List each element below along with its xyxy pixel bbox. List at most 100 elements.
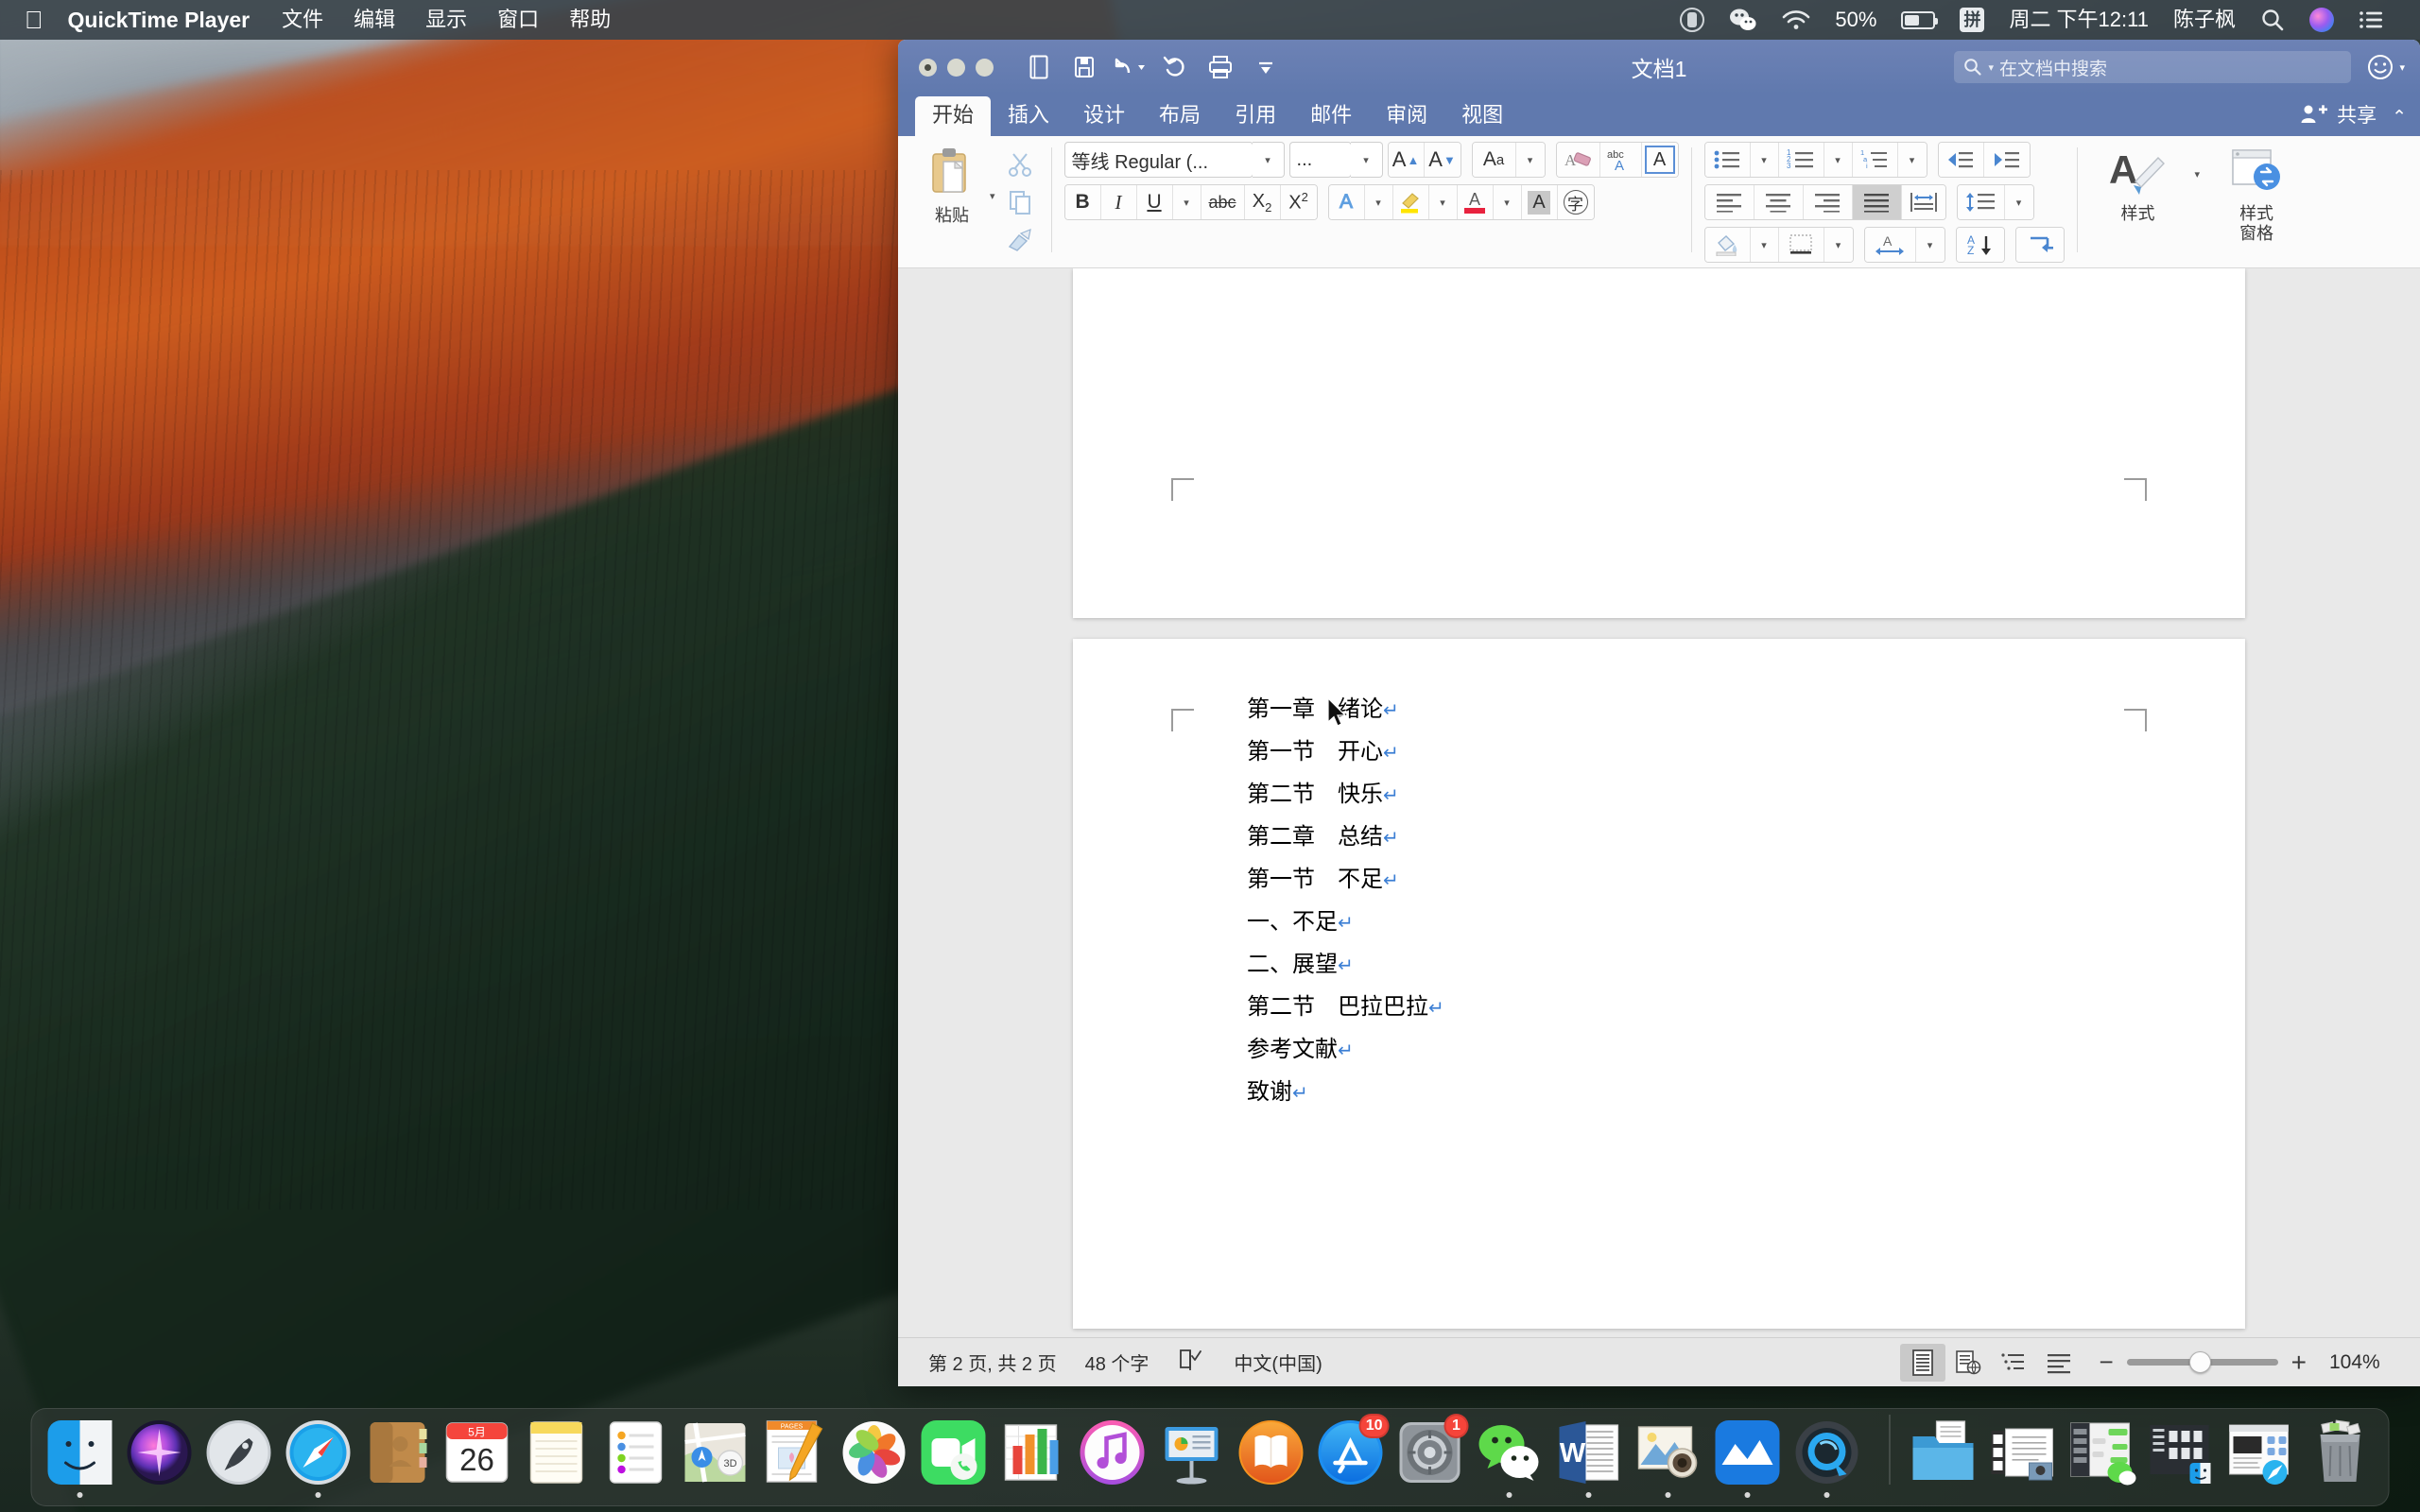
dock-item-calendar[interactable]: 5月 26 xyxy=(442,1418,512,1498)
dock-item-facetime[interactable] xyxy=(919,1418,989,1498)
dock-item-mweb[interactable] xyxy=(1713,1418,1783,1498)
dock-item-minimized-finder-window[interactable] xyxy=(2147,1418,2217,1498)
font-name-dropdown[interactable]: ▾ xyxy=(1252,142,1285,178)
font-color-dropdown[interactable]: ▾ xyxy=(1493,185,1522,219)
redo-icon[interactable] xyxy=(1154,48,1196,86)
chevron-down-icon[interactable] xyxy=(1245,48,1287,86)
menu-view[interactable]: 显示 xyxy=(410,0,482,40)
character-shading-button[interactable]: A xyxy=(1521,185,1558,219)
maximize-window-button[interactable] xyxy=(976,58,994,77)
format-painter-button[interactable] xyxy=(1001,223,1039,257)
zoom-slider[interactable] xyxy=(2126,1351,2278,1373)
text-direction-button[interactable]: A xyxy=(1864,228,1916,262)
underline-button[interactable]: U xyxy=(1136,185,1173,219)
menu-edit[interactable]: 编辑 xyxy=(338,0,410,40)
bold-button[interactable]: B xyxy=(1064,185,1101,219)
italic-button[interactable]: I xyxy=(1100,185,1137,219)
dock-item-keynote[interactable] xyxy=(1157,1418,1227,1498)
document-page-1[interactable] xyxy=(1073,268,2245,618)
dock-item-notes[interactable] xyxy=(522,1418,592,1498)
decrease-indent-button[interactable] xyxy=(1938,143,1984,177)
dock-item-ibooks[interactable] xyxy=(1236,1418,1306,1498)
battery-icon[interactable] xyxy=(1889,10,1947,29)
shrink-font-button[interactable]: A ▼ xyxy=(1424,143,1461,177)
close-window-button[interactable] xyxy=(919,58,937,77)
tab-mailings[interactable]: 邮件 xyxy=(1293,96,1369,136)
numbered-list-button[interactable]: 123 xyxy=(1778,143,1824,177)
siri-icon[interactable] xyxy=(2297,8,2346,32)
text-effects-dropdown[interactable]: ▾ xyxy=(1364,185,1393,219)
dock-item-maps[interactable]: 3D xyxy=(681,1418,751,1498)
menubar-clock[interactable]: 周二 下午12:11 xyxy=(1996,0,2161,40)
dock-item-pages[interactable]: PAGES xyxy=(760,1418,830,1498)
document-canvas[interactable]: 第一章 绪论↵ 第一节 开心↵ 第二节 快乐↵ 第二章 总结↵ 第一节 不足↵ … xyxy=(898,268,2420,1337)
bullet-list-dropdown[interactable]: ▾ xyxy=(1750,143,1779,177)
bullet-list-button[interactable] xyxy=(1704,143,1751,177)
dock-item-minimized-document-window[interactable] xyxy=(1988,1418,2058,1498)
copy-button[interactable] xyxy=(1001,185,1039,219)
dock-item-safari[interactable] xyxy=(284,1418,354,1498)
menu-app-name[interactable]: QuickTime Player xyxy=(55,8,268,33)
zoom-level-label[interactable]: 104% xyxy=(2329,1351,2403,1374)
dock-item-finder[interactable] xyxy=(45,1418,115,1498)
sort-button[interactable]: A Z xyxy=(1956,228,2004,262)
highlight-color-button[interactable] xyxy=(1392,185,1429,219)
text-effects-button[interactable]: A xyxy=(1328,185,1365,219)
tab-design[interactable]: 设计 xyxy=(1066,96,1142,136)
notification-center-icon[interactable] xyxy=(2346,9,2397,30)
screen-recording-icon[interactable] xyxy=(1668,8,1717,32)
multilevel-list-dropdown[interactable]: ▾ xyxy=(1897,143,1927,177)
collapse-ribbon-button[interactable]: ⌃ xyxy=(2392,107,2420,136)
search-input[interactable]: ▾ 在文档中搜索 xyxy=(1954,51,2352,83)
multilevel-list-button[interactable]: 1ai xyxy=(1852,143,1898,177)
shading-button[interactable] xyxy=(1704,228,1751,262)
tab-insert[interactable]: 插入 xyxy=(991,96,1066,136)
zoom-slider-handle[interactable] xyxy=(2188,1351,2211,1373)
wechat-menu-icon[interactable] xyxy=(1717,8,1770,32)
tab-review[interactable]: 审阅 xyxy=(1369,96,1444,136)
text-direction-dropdown[interactable]: ▾ xyxy=(1915,228,1945,262)
align-left-button[interactable] xyxy=(1704,185,1754,219)
cut-button[interactable] xyxy=(1001,147,1039,181)
font-color-button[interactable]: A xyxy=(1457,185,1494,219)
line-spacing-button[interactable] xyxy=(1957,185,2005,219)
tab-layout[interactable]: 布局 xyxy=(1142,96,1218,136)
dock-item-quicktime-player[interactable] xyxy=(1792,1418,1862,1498)
dock-item-reminders[interactable] xyxy=(601,1418,671,1498)
highlight-dropdown[interactable]: ▾ xyxy=(1428,185,1458,219)
character-border-button[interactable]: 字 xyxy=(1557,185,1594,219)
spotlight-search-icon[interactable] xyxy=(2248,8,2297,32)
font-size-input[interactable]: ... xyxy=(1288,142,1352,178)
dock-item-wechat[interactable] xyxy=(1475,1418,1545,1498)
paste-dropdown-icon[interactable]: ▾ xyxy=(990,190,995,202)
superscript-button[interactable]: X2 xyxy=(1280,185,1317,219)
save-icon[interactable] xyxy=(1063,48,1105,86)
chevron-down-icon[interactable]: ▾ xyxy=(1988,61,1994,74)
dock-item-minimized-safari-window[interactable] xyxy=(2226,1418,2296,1498)
justify-button[interactable] xyxy=(1852,185,1902,219)
menu-window[interactable]: 窗口 xyxy=(482,0,554,40)
borders-button[interactable] xyxy=(1778,228,1824,262)
dock-item-preview[interactable] xyxy=(1634,1418,1703,1498)
menu-file[interactable]: 文件 xyxy=(267,0,338,40)
subscript-button[interactable]: X2 xyxy=(1244,185,1281,219)
draft-view-button[interactable] xyxy=(2036,1344,2082,1382)
web-layout-view-button[interactable] xyxy=(1945,1344,1991,1382)
paste-button[interactable]: 粘贴 xyxy=(916,142,988,227)
show-paragraph-marks-button[interactable] xyxy=(2015,228,2064,262)
print-icon[interactable] xyxy=(1200,48,1241,86)
distribute-text-button[interactable] xyxy=(1901,185,1945,219)
shading-dropdown[interactable]: ▾ xyxy=(1750,228,1779,262)
dock-item-contacts[interactable] xyxy=(363,1418,433,1498)
document-text-body[interactable]: 第一章 绪论↵ 第一节 开心↵ 第二节 快乐↵ 第二章 总结↵ 第一节 不足↵ … xyxy=(1247,688,1444,1113)
dock-item-app-store[interactable]: 10 xyxy=(1316,1414,1390,1498)
strikethrough-button[interactable]: abc xyxy=(1201,185,1245,219)
minimize-window-button[interactable] xyxy=(947,58,965,77)
send-feedback-button[interactable]: ▾ xyxy=(2366,53,2405,81)
document-page-2[interactable]: 第一章 绪论↵ 第一节 开心↵ 第二节 快乐↵ 第二章 总结↵ 第一节 不足↵ … xyxy=(1073,639,2245,1329)
undo-icon[interactable] xyxy=(1109,48,1150,86)
dock-item-microsoft-word[interactable]: W xyxy=(1554,1418,1624,1498)
tab-home[interactable]: 开始 xyxy=(915,96,992,136)
print-layout-view-button[interactable] xyxy=(1900,1343,1946,1382)
styles-button[interactable]: A 样式 xyxy=(2095,142,2182,224)
